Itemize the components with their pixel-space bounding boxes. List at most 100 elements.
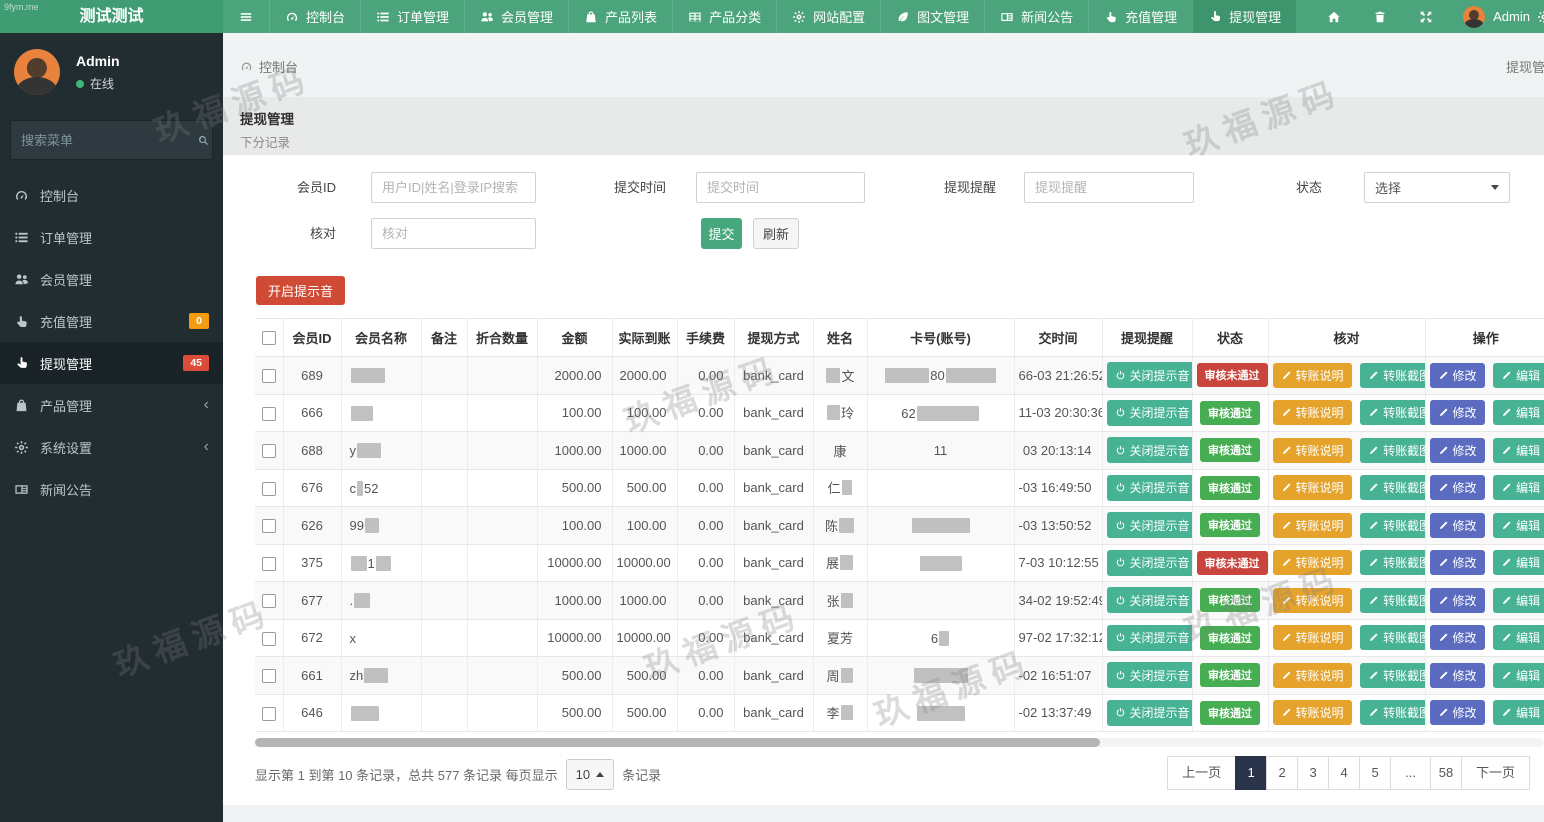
modify-button[interactable]: 修改 [1429, 587, 1485, 613]
transfer-note-button[interactable]: 转账说明 [1272, 662, 1352, 688]
modify-button[interactable]: 修改 [1429, 400, 1485, 426]
close-sound-button[interactable]: 关闭提示音 [1106, 699, 1192, 726]
close-sound-button[interactable]: 关闭提示音 [1106, 399, 1192, 426]
close-sound-button[interactable]: 关闭提示音 [1106, 662, 1192, 689]
topnav-item-10[interactable]: 提现管理 [1192, 0, 1297, 33]
transfer-note-button[interactable]: 转账说明 [1272, 700, 1352, 726]
row-checkbox[interactable] [261, 406, 276, 421]
row-checkbox[interactable] [261, 669, 276, 684]
user-menu[interactable]: Admin [1449, 0, 1544, 33]
topnav-item-1[interactable]: 控制台 [269, 0, 360, 33]
modify-button[interactable]: 修改 [1429, 437, 1485, 463]
transfer-screenshot-button[interactable]: 转账截图 [1360, 625, 1425, 651]
member-id-input[interactable] [371, 172, 536, 203]
sidebar-item-7[interactable]: 系统设置 ‹ [0, 426, 223, 468]
edit-button[interactable]: 编辑 [1493, 512, 1544, 538]
edit-button[interactable]: 编辑 [1493, 475, 1544, 501]
close-sound-button[interactable]: 关闭提示音 [1106, 624, 1192, 651]
edit-button[interactable]: 编辑 [1493, 550, 1544, 576]
sidebar-item-3[interactable]: 会员管理 [0, 258, 223, 300]
transfer-screenshot-button[interactable]: 转账截图 [1360, 362, 1425, 388]
refresh-button[interactable]: 刷新 [753, 218, 799, 249]
topnav-item-3[interactable]: 会员管理 [464, 0, 568, 33]
scrollbar-thumb[interactable] [255, 738, 1100, 747]
close-sound-button[interactable]: 关闭提示音 [1106, 549, 1192, 576]
page-button-1[interactable]: 1 [1235, 756, 1268, 790]
enable-sound-button[interactable]: 开启提示音 [256, 276, 346, 305]
withdraw-remind-input[interactable] [1024, 172, 1194, 203]
close-sound-button[interactable]: 关闭提示音 [1106, 587, 1192, 614]
sidebar-item-5[interactable]: 提现管理 45 [0, 342, 223, 384]
page-button-上一页[interactable]: 上一页 [1167, 756, 1237, 790]
page-button-4[interactable]: 4 [1328, 756, 1361, 790]
page-button-3[interactable]: 3 [1297, 756, 1330, 790]
row-checkbox[interactable] [261, 444, 276, 459]
transfer-screenshot-button[interactable]: 转账截图 [1360, 662, 1425, 688]
trash-icon[interactable] [1357, 0, 1403, 33]
submit-time-input[interactable] [696, 172, 865, 203]
edit-button[interactable]: 编辑 [1493, 362, 1544, 388]
edit-button[interactable]: 编辑 [1493, 625, 1544, 651]
home-icon[interactable] [1311, 0, 1357, 33]
row-checkbox[interactable] [261, 481, 276, 496]
topnav-item-4[interactable]: 产品列表 [568, 0, 672, 33]
page-button-58[interactable]: 58 [1429, 756, 1462, 790]
sidebar-search-input[interactable] [21, 132, 197, 148]
transfer-screenshot-button[interactable]: 转账截图 [1360, 400, 1425, 426]
fullscreen-icon[interactable] [1403, 0, 1449, 33]
modify-button[interactable]: 修改 [1429, 550, 1485, 576]
submit-button[interactable]: 提交 [701, 218, 742, 249]
sidebar-item-8[interactable]: 新闻公告 [0, 468, 223, 510]
transfer-note-button[interactable]: 转账说明 [1272, 587, 1352, 613]
close-sound-button[interactable]: 关闭提示音 [1106, 362, 1192, 389]
row-checkbox[interactable] [261, 706, 276, 721]
transfer-screenshot-button[interactable]: 转账截图 [1360, 437, 1425, 463]
gear-icon[interactable] [1537, 0, 1544, 33]
search-icon[interactable] [197, 134, 210, 147]
topnav-item-5[interactable]: 产品分类 [672, 0, 776, 33]
transfer-screenshot-button[interactable]: 转账截图 [1360, 587, 1425, 613]
edit-button[interactable]: 编辑 [1493, 700, 1544, 726]
breadcrumb-dashboard[interactable]: 控制台 [240, 57, 298, 76]
modify-button[interactable]: 修改 [1429, 362, 1485, 388]
close-sound-button[interactable]: 关闭提示音 [1106, 474, 1192, 501]
page-button-5[interactable]: 5 [1359, 756, 1392, 790]
topnav-item-7[interactable]: 图文管理 [880, 0, 984, 33]
transfer-screenshot-button[interactable]: 转账截图 [1360, 475, 1425, 501]
close-sound-button[interactable]: 关闭提示音 [1106, 512, 1192, 539]
transfer-note-button[interactable]: 转账说明 [1272, 437, 1352, 463]
transfer-screenshot-button[interactable]: 转账截图 [1360, 550, 1425, 576]
edit-button[interactable]: 编辑 [1493, 400, 1544, 426]
page-button-...[interactable]: ... [1390, 756, 1431, 790]
per-page-select[interactable]: 10 [565, 758, 615, 790]
check-input[interactable] [371, 218, 536, 249]
topnav-item-8[interactable]: 新闻公告 [984, 0, 1088, 33]
edit-button[interactable]: 编辑 [1493, 437, 1544, 463]
row-checkbox[interactable] [261, 631, 276, 646]
close-sound-button[interactable]: 关闭提示音 [1106, 437, 1192, 464]
sidebar-item-1[interactable]: 控制台 [0, 174, 223, 216]
modify-button[interactable]: 修改 [1429, 662, 1485, 688]
edit-button[interactable]: 编辑 [1493, 662, 1544, 688]
row-checkbox[interactable] [261, 594, 276, 609]
select-all-checkbox[interactable] [261, 331, 276, 346]
transfer-note-button[interactable]: 转账说明 [1272, 400, 1352, 426]
row-checkbox[interactable] [261, 556, 276, 571]
transfer-note-button[interactable]: 转账说明 [1272, 362, 1352, 388]
row-checkbox[interactable] [261, 519, 276, 534]
transfer-note-button[interactable]: 转账说明 [1272, 512, 1352, 538]
modify-button[interactable]: 修改 [1429, 700, 1485, 726]
sidebar-item-2[interactable]: 订单管理 [0, 216, 223, 258]
transfer-screenshot-button[interactable]: 转账截图 [1360, 700, 1425, 726]
transfer-screenshot-button[interactable]: 转账截图 [1360, 512, 1425, 538]
modify-button[interactable]: 修改 [1429, 625, 1485, 651]
modify-button[interactable]: 修改 [1429, 512, 1485, 538]
page-button-2[interactable]: 2 [1266, 756, 1299, 790]
transfer-note-button[interactable]: 转账说明 [1272, 625, 1352, 651]
topnav-item-6[interactable]: 网站配置 [776, 0, 880, 33]
topnav-item-9[interactable]: 充值管理 [1088, 0, 1192, 33]
row-checkbox[interactable] [261, 369, 276, 384]
sidebar-item-6[interactable]: 产品管理 ‹ [0, 384, 223, 426]
topnav-item-2[interactable]: 订单管理 [360, 0, 464, 33]
sidebar-item-4[interactable]: 充值管理 0 [0, 300, 223, 342]
